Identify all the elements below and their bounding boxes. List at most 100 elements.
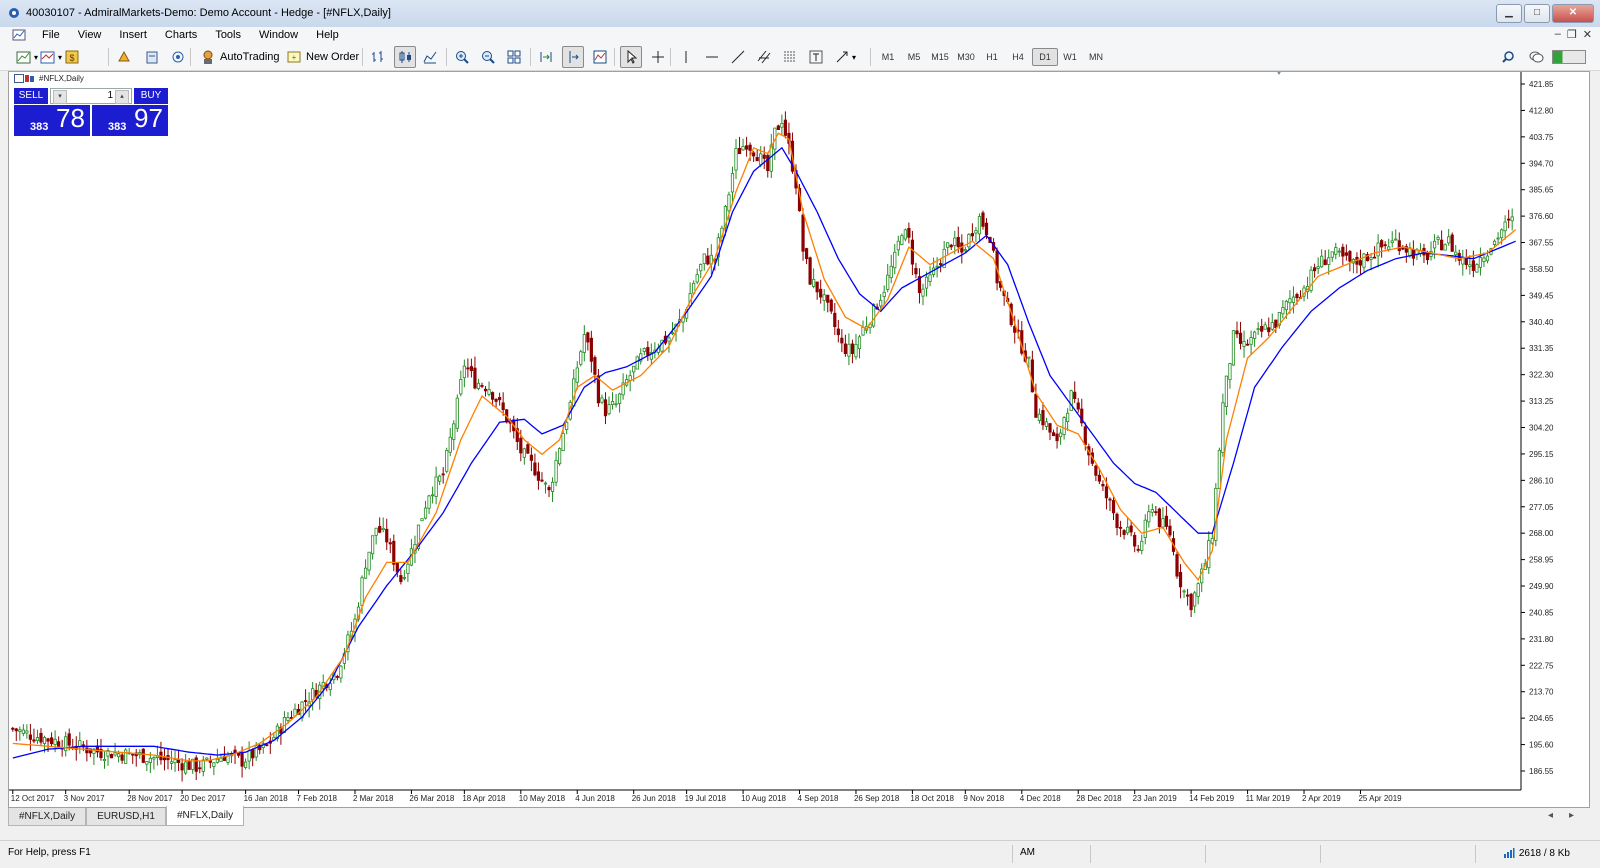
chart-shift-icon[interactable] xyxy=(562,46,584,68)
menu-charts[interactable]: Charts xyxy=(156,29,206,41)
x-tick-label: 2 Mar 2018 xyxy=(353,794,394,803)
minimize-button[interactable]: ▁ xyxy=(1496,4,1522,23)
menu-view[interactable]: View xyxy=(69,29,111,41)
y-tick-label: 322.30 xyxy=(1529,371,1554,380)
app-icon xyxy=(9,8,19,18)
zoom-out-icon[interactable] xyxy=(478,47,498,67)
zoom-in-icon[interactable] xyxy=(452,47,472,67)
candle-body xyxy=(812,278,816,287)
mdi-close-button[interactable]: ✕ xyxy=(1583,28,1592,41)
mdi-minimize-button[interactable]: – xyxy=(1555,28,1561,41)
tabs-scroll-right-icon[interactable]: ▸ xyxy=(1569,810,1574,821)
chart-window[interactable]: 421.85 412.80 403.75 394.70 385.65 376.60 367.… xyxy=(8,71,1590,808)
y-tick-label: 367.55 xyxy=(1529,239,1554,248)
candle-body xyxy=(1147,511,1151,523)
tile-windows-icon[interactable] xyxy=(504,47,524,67)
timeframe-w1[interactable]: W1 xyxy=(1058,48,1082,66)
candle-body xyxy=(1267,327,1271,333)
candle-body xyxy=(1337,250,1341,253)
tab-nflx-daily-2[interactable]: #NFLX,Daily xyxy=(165,806,245,826)
buy-price[interactable]: 383 97 xyxy=(92,103,168,136)
profiles-icon[interactable] xyxy=(38,47,58,67)
close-button[interactable]: ✕ xyxy=(1552,4,1594,23)
price-chart[interactable]: 421.85 412.80 403.75 394.70 385.65 376.60 367.… xyxy=(9,72,1589,807)
candle-body xyxy=(1341,246,1345,257)
navigator-icon[interactable] xyxy=(114,47,134,67)
candle-body xyxy=(445,450,449,472)
x-tick-label: 14 Feb 2019 xyxy=(1189,794,1234,803)
menu-help[interactable]: Help xyxy=(307,29,348,41)
y-tick-label: 304.20 xyxy=(1529,423,1554,432)
timeframe-h4[interactable]: H4 xyxy=(1006,48,1030,66)
candle-body xyxy=(1058,432,1063,438)
x-tick-label: 4 Jun 2018 xyxy=(575,794,615,803)
candle-body xyxy=(102,758,107,762)
timeframe-h1[interactable]: H1 xyxy=(980,48,1004,66)
timeframe-m15[interactable]: M15 xyxy=(928,48,952,66)
arrows-tool-icon[interactable] xyxy=(832,47,852,67)
candle-body xyxy=(1492,240,1497,245)
trendline-icon[interactable] xyxy=(728,47,748,67)
candle-body xyxy=(780,123,784,128)
terminal-icon[interactable] xyxy=(142,47,162,67)
candle-body xyxy=(1468,264,1472,267)
timeframe-d1[interactable]: D1 xyxy=(1032,48,1058,66)
arrows-dropdown-icon[interactable]: ▾ xyxy=(852,53,856,62)
lot-size-field[interactable]: ▾ 1 ▴ xyxy=(50,88,132,104)
timeframe-m1[interactable]: M1 xyxy=(876,48,900,66)
menu-file[interactable]: File xyxy=(33,29,69,41)
autotrading-button[interactable]: AutoTrading xyxy=(198,47,280,67)
cursor-icon[interactable] xyxy=(620,46,642,68)
crosshair-icon[interactable] xyxy=(648,47,668,67)
candle-body xyxy=(240,752,244,767)
x-tick-label: 23 Jan 2019 xyxy=(1133,794,1178,803)
indicators-icon[interactable] xyxy=(590,47,610,67)
market-watch-icon[interactable]: $ xyxy=(62,47,82,67)
vertical-line-icon[interactable] xyxy=(676,47,696,67)
candle-body xyxy=(438,475,442,482)
candlestick-chart-icon[interactable] xyxy=(394,46,416,68)
chart-window-icon[interactable] xyxy=(12,28,26,42)
chat-icon[interactable] xyxy=(1526,47,1546,67)
text-tool-icon[interactable] xyxy=(806,47,826,67)
new-order-button[interactable]: + New Order xyxy=(284,47,359,67)
candle-body xyxy=(695,274,699,283)
candle-body xyxy=(328,683,332,691)
candle-body xyxy=(360,577,364,606)
signals-icon[interactable] xyxy=(168,47,188,67)
menu-insert[interactable]: Insert xyxy=(110,29,156,41)
mdi-restore-button[interactable]: ❐ xyxy=(1567,28,1577,41)
menu-window[interactable]: Window xyxy=(250,29,307,41)
sell-button[interactable]: SELL xyxy=(14,88,48,104)
y-tick-label: 358.50 xyxy=(1529,265,1554,274)
search-icon[interactable] xyxy=(1498,47,1518,67)
candle-body xyxy=(1055,433,1059,442)
bar-chart-icon[interactable] xyxy=(368,47,388,67)
maximize-button[interactable]: □ xyxy=(1524,4,1550,23)
tab-nflx-daily-1[interactable]: #NFLX,Daily xyxy=(8,808,87,826)
menu-bar: File View Insert Charts Tools Window Hel… xyxy=(0,27,1600,44)
timeframe-m5[interactable]: M5 xyxy=(902,48,926,66)
new-chart-icon[interactable] xyxy=(14,47,34,67)
lot-increase-icon[interactable]: ▴ xyxy=(115,90,129,104)
tabs-scroll-left-icon[interactable]: ◂ xyxy=(1548,810,1553,821)
candle-body xyxy=(427,495,431,509)
candle-body xyxy=(744,145,749,150)
candle-body xyxy=(632,365,636,373)
candle-body xyxy=(1051,432,1056,437)
candle-body xyxy=(1062,417,1066,435)
horizontal-line-icon[interactable] xyxy=(702,47,722,67)
tab-eurusd-h1[interactable]: EURUSD,H1 xyxy=(86,808,166,826)
equidistant-channel-icon[interactable] xyxy=(754,47,774,67)
menu-tools[interactable]: Tools xyxy=(206,29,250,41)
status-traffic-text: 2618 / 8 Kb xyxy=(1518,847,1570,859)
timeframe-m30[interactable]: M30 xyxy=(954,48,978,66)
fibonacci-icon[interactable] xyxy=(780,47,800,67)
auto-scroll-icon[interactable] xyxy=(536,47,556,67)
lot-decrease-icon[interactable]: ▾ xyxy=(53,90,67,104)
candle-body xyxy=(173,759,177,764)
timeframe-mn[interactable]: MN xyxy=(1084,48,1108,66)
line-chart-icon[interactable] xyxy=(420,47,440,67)
sell-price[interactable]: 383 78 xyxy=(14,103,90,136)
buy-button[interactable]: BUY xyxy=(134,88,168,104)
